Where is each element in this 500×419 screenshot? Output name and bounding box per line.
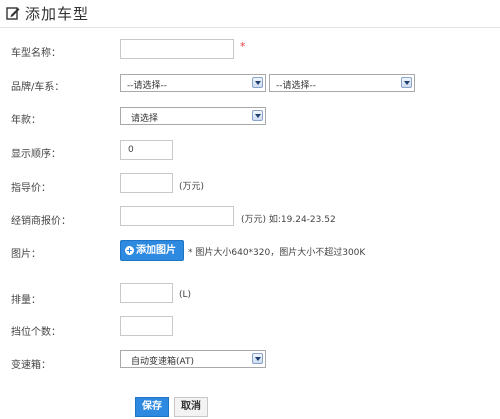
brand-select[interactable]: --请选择--: [120, 74, 266, 92]
guide-price-unit: (万元): [179, 182, 205, 192]
page-header: 添加车型: [0, 0, 500, 28]
save-button[interactable]: 保存: [135, 397, 169, 417]
displacement-label: 排量：: [11, 295, 41, 306]
year-select-value: 请选择: [131, 114, 159, 124]
image-hint: * 图片大小640*320，图片大小不超过300K: [188, 248, 366, 258]
edit-icon: [6, 7, 20, 20]
transmission-label: 变速箱：: [11, 360, 51, 371]
year-label: 年款：: [11, 115, 41, 126]
gear-count-input[interactable]: [120, 316, 173, 336]
required-mark: *: [240, 40, 246, 53]
gear-count-label: 挡位个数：: [11, 327, 61, 338]
display-order-input[interactable]: 0: [120, 140, 173, 160]
brand-series-label: 品牌/车系：: [11, 82, 65, 93]
series-select[interactable]: --请选择--: [269, 74, 415, 92]
add-image-button[interactable]: 添加图片: [120, 240, 184, 261]
dealer-price-label: 经销商报价：: [11, 216, 71, 227]
display-order-label: 显示顺序：: [11, 149, 61, 160]
displacement-input[interactable]: [120, 283, 173, 303]
dealer-price-hint: (万元) 如:19.24-23.52: [241, 215, 336, 225]
guide-price-input[interactable]: [120, 173, 173, 193]
chevron-down-icon: [252, 353, 263, 364]
model-name-input[interactable]: [120, 39, 234, 59]
page-title: 添加车型: [25, 5, 90, 23]
year-select[interactable]: 请选择: [120, 107, 266, 125]
chevron-down-icon: [252, 77, 263, 88]
image-label: 图片：: [11, 249, 41, 260]
chevron-down-icon: [401, 77, 412, 88]
displacement-unit: (L): [179, 290, 192, 300]
series-select-value: --请选择--: [276, 81, 316, 91]
chevron-down-icon: [252, 110, 263, 121]
transmission-select[interactable]: 自动变速箱(AT): [120, 350, 266, 368]
cancel-button[interactable]: 取消: [174, 397, 208, 417]
add-image-button-label: 添加图片: [136, 245, 176, 256]
guide-price-label: 指导价：: [11, 183, 51, 194]
model-name-label: 车型名称：: [11, 48, 61, 59]
plus-circle-icon: [125, 246, 134, 255]
transmission-select-value: 自动变速箱(AT): [131, 357, 194, 367]
dealer-price-input[interactable]: [120, 206, 234, 226]
brand-select-value: --请选择--: [127, 81, 167, 91]
